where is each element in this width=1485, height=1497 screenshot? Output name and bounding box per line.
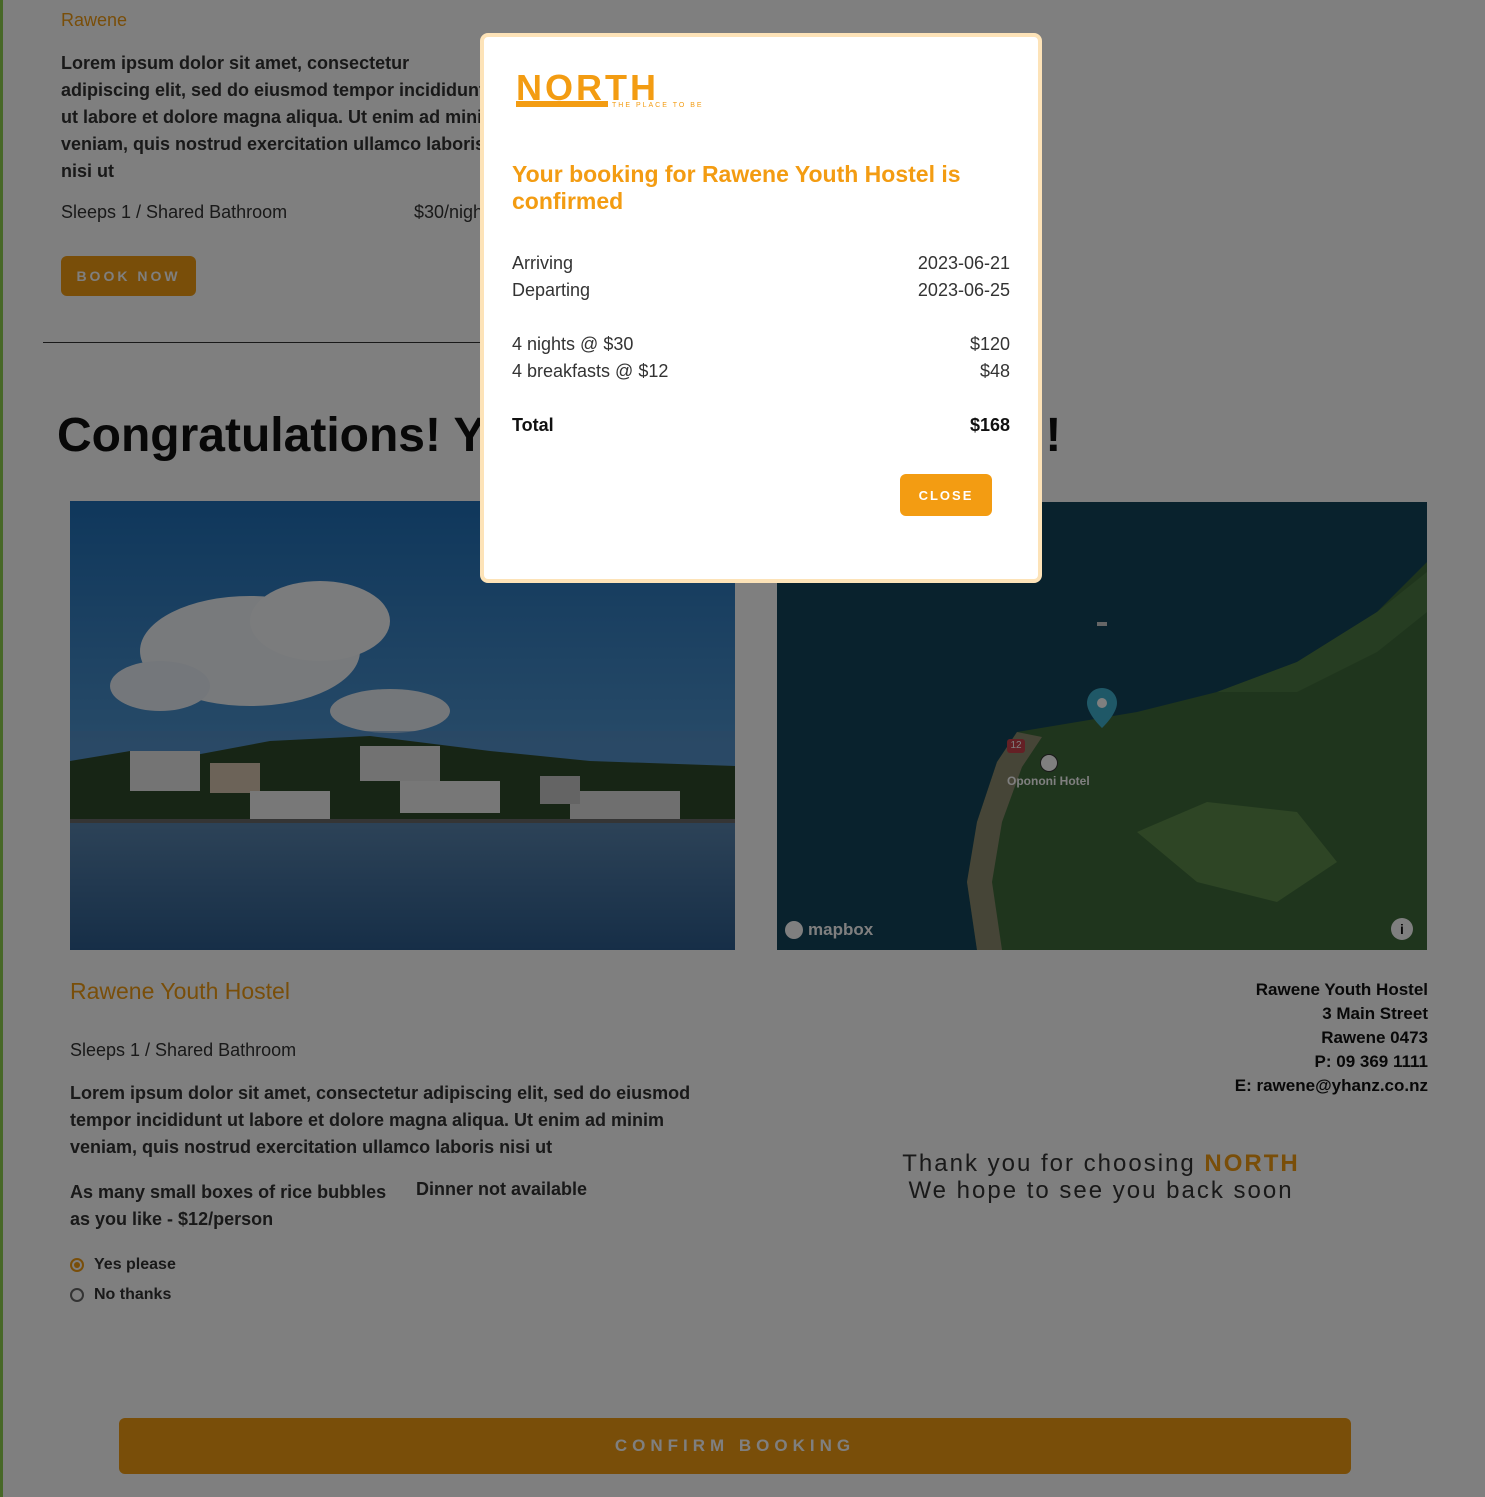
departing-row: Departing 2023-06-25: [512, 280, 1010, 301]
departing-value: 2023-06-25: [917, 280, 1010, 300]
close-button[interactable]: CLOSE: [900, 474, 992, 516]
breakfasts-row: 4 breakfasts @ $12 $48: [512, 361, 1010, 382]
modal-title: Your booking for Rawene Youth Hostel is …: [512, 161, 961, 214]
departing-label: Departing: [512, 280, 591, 300]
nights-row: 4 nights @ $30 $120: [512, 334, 1010, 355]
total-value: $168: [969, 415, 1010, 435]
nights-label: 4 nights @ $30: [512, 334, 634, 354]
total-label: Total: [512, 415, 554, 435]
total-row: Total $168: [512, 415, 1010, 436]
logo-underline: [516, 101, 608, 107]
north-logo: NORTH THE PLACE TO BE: [514, 67, 714, 117]
booking-confirmation-modal: NORTH THE PLACE TO BE Your booking for R…: [480, 33, 1042, 583]
logo-tagline: THE PLACE TO BE: [612, 102, 704, 109]
breakfasts-value: $48: [979, 361, 1010, 381]
arriving-value: 2023-06-21: [917, 253, 1010, 273]
arriving-row: Arriving 2023-06-21: [512, 253, 1010, 274]
nights-value: $120: [969, 334, 1010, 354]
breakfasts-label: 4 breakfasts @ $12: [512, 361, 669, 381]
arriving-label: Arriving: [512, 253, 574, 273]
